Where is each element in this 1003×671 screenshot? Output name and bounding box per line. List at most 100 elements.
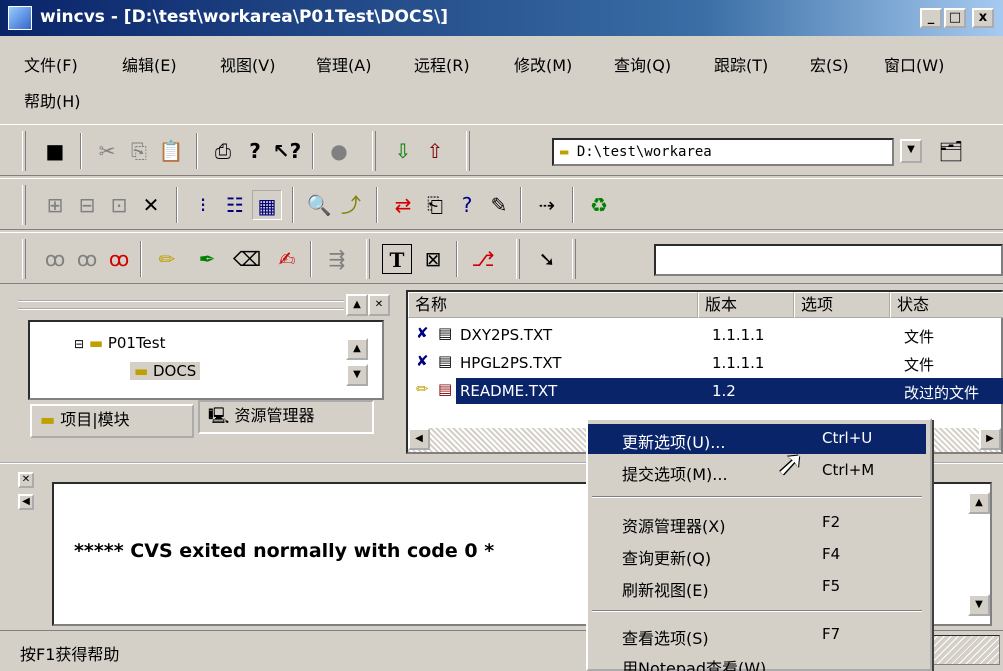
watch-on-icon[interactable]: ꝏ bbox=[40, 244, 70, 274]
binary-icon[interactable]: ⊠ bbox=[418, 244, 448, 274]
column-header-option[interactable]: 选项 bbox=[794, 292, 890, 318]
scroll-down-button[interactable]: ▼ bbox=[968, 594, 990, 616]
scroll-right-button[interactable]: ▶ bbox=[979, 428, 1001, 450]
add-unicode-icon[interactable]: ⊡ bbox=[104, 190, 134, 220]
watchers-icon[interactable]: ꝏ bbox=[104, 244, 134, 274]
toolbar-grip[interactable] bbox=[466, 131, 470, 171]
up-folder-icon[interactable]: ⤴ bbox=[336, 190, 366, 220]
column-header-name[interactable]: 名称 bbox=[408, 292, 698, 318]
table-row[interactable]: ✘ ▤ HPGL2PS.TXT 1.1.1.1 文件 bbox=[408, 350, 1003, 378]
path-combobox[interactable]: ▬ D:\test\workarea bbox=[552, 138, 894, 166]
edit-icon[interactable]: ✎ bbox=[484, 190, 514, 220]
cut-icon[interactable]: ✂ bbox=[92, 136, 122, 166]
add-binary-icon[interactable]: ⊟ bbox=[72, 190, 102, 220]
toolbar-grip[interactable] bbox=[22, 185, 26, 225]
copy-icon[interactable]: ⎘ bbox=[124, 136, 154, 166]
browse-back-icon[interactable]: ⇩ bbox=[388, 136, 418, 166]
browse-up-icon[interactable]: ⇧ bbox=[420, 136, 450, 166]
tree-item-p01test[interactable]: ⊟ ▬ P01Test bbox=[74, 334, 165, 352]
tab-explorer[interactable]: 🖳 资源管理器 bbox=[198, 400, 374, 434]
collapse-icon[interactable]: ⊟ bbox=[74, 337, 84, 351]
column-header-version[interactable]: 版本 bbox=[698, 292, 794, 318]
remove-icon[interactable]: ✕ bbox=[136, 190, 166, 220]
close-button[interactable]: x bbox=[972, 8, 994, 28]
menu-window[interactable]: 窗口(W) bbox=[884, 52, 944, 76]
grid-view-icon[interactable]: ▦ bbox=[252, 190, 282, 220]
tab-modules[interactable]: ▬ 项目|模块 bbox=[30, 404, 194, 438]
menu-edit[interactable]: 编辑(E) bbox=[122, 52, 177, 76]
list-view-icon[interactable]: ⁝ bbox=[188, 190, 218, 220]
tree-item-docs[interactable]: ▬ DOCS bbox=[130, 362, 201, 380]
app-icon[interactable] bbox=[8, 6, 32, 30]
watch-off-icon[interactable]: ꝏ bbox=[72, 244, 102, 274]
chevron-down-icon[interactable]: ▼ bbox=[900, 139, 922, 163]
menu-item-query-update[interactable]: 查询更新(Q) F4 bbox=[588, 540, 926, 570]
edit-file-icon[interactable]: ✏ bbox=[152, 244, 182, 274]
browse-folder-icon[interactable]: 🗂 bbox=[936, 136, 966, 166]
text-icon[interactable]: T bbox=[382, 244, 412, 274]
menu-item-view-notepad[interactable]: 用Notepad查看(W) bbox=[588, 650, 926, 671]
column-header-status[interactable]: 状态 bbox=[890, 292, 1003, 318]
add-icon[interactable]: ⊞ bbox=[40, 190, 70, 220]
menu-query[interactable]: 查询(Q) bbox=[614, 52, 671, 76]
recycle-icon[interactable]: ♻ bbox=[584, 190, 614, 220]
menu-view[interactable]: 视图(V) bbox=[220, 52, 275, 76]
command-input[interactable] bbox=[654, 244, 1003, 276]
pane-grip[interactable] bbox=[18, 300, 344, 310]
title-bar[interactable]: wincvs - [D:\test\workarea\P01Test\DOCS\… bbox=[0, 0, 1003, 36]
output-close-button[interactable]: ✕ bbox=[18, 472, 34, 488]
toolbar-grip[interactable] bbox=[572, 239, 576, 279]
log-icon[interactable]: ⎗ bbox=[420, 190, 450, 220]
details-view-icon[interactable]: ☷ bbox=[220, 190, 250, 220]
context-help-icon[interactable]: ↖? bbox=[272, 136, 302, 166]
menu-macro[interactable]: 宏(S) bbox=[810, 52, 849, 76]
pane-maximize-button[interactable]: ▲ bbox=[346, 294, 368, 316]
context-menu: 更新选项(U)... Ctrl+U 提交选项(M)... Ctrl+M 资源管理… bbox=[586, 418, 932, 671]
menu-item-explorer[interactable]: 资源管理器(X) F2 bbox=[588, 508, 926, 538]
maximize-button[interactable]: □ bbox=[944, 8, 966, 28]
branch-icon[interactable]: ⎇ bbox=[468, 244, 498, 274]
toolbar-grip[interactable] bbox=[22, 131, 26, 171]
menu-remote[interactable]: 远程(R) bbox=[414, 52, 470, 76]
toolbar-grip[interactable] bbox=[516, 239, 520, 279]
scroll-down-button[interactable]: ▼ bbox=[346, 364, 368, 386]
menu-admin[interactable]: 管理(A) bbox=[316, 52, 371, 76]
help-icon[interactable]: ? bbox=[240, 136, 270, 166]
menu-item-view-options[interactable]: 查看选项(S) F7 bbox=[588, 620, 926, 650]
menu-item-update-options[interactable]: 更新选项(U)... Ctrl+U bbox=[588, 424, 926, 454]
arrow-icon[interactable]: ➘ bbox=[532, 244, 562, 274]
menu-trace[interactable]: 跟踪(T) bbox=[714, 52, 768, 76]
menu-file[interactable]: 文件(F) bbox=[24, 52, 78, 76]
table-row-selected[interactable]: ✏ ▤ README.TXT 1.2 改过的文件 bbox=[408, 378, 1003, 406]
toolbar-edit: ꝏ ꝏ ꝏ ✏ ✒ ⌫ ✍ ⇶ T ⊠ ⎇ ➘ bbox=[0, 232, 1003, 284]
scroll-up-button[interactable]: ▲ bbox=[346, 338, 368, 360]
pane-close-button[interactable]: ✕ bbox=[368, 294, 390, 316]
toolbar-grip[interactable] bbox=[22, 239, 26, 279]
output-float-button[interactable]: ◀ bbox=[18, 494, 34, 510]
menu-item-commit-options[interactable]: 提交选项(M)... Ctrl+M bbox=[588, 456, 926, 486]
save-icon[interactable]: ■ bbox=[40, 136, 70, 166]
scroll-up-button[interactable]: ▲ bbox=[968, 492, 990, 514]
paste-icon[interactable]: 📋 bbox=[156, 136, 186, 166]
scroll-left-button[interactable]: ◀ bbox=[408, 428, 430, 450]
erase-icon[interactable]: ⌫ bbox=[232, 244, 262, 274]
update-icon[interactable]: ⇄ bbox=[388, 190, 418, 220]
merge-icon[interactable]: ⇶ bbox=[322, 244, 352, 274]
stop-icon[interactable]: ● bbox=[324, 136, 354, 166]
text-file-icon: ▤ bbox=[438, 380, 453, 398]
toolbar-grip[interactable] bbox=[372, 131, 376, 171]
menu-item-refresh-view[interactable]: 刷新视图(E) F5 bbox=[588, 572, 926, 602]
mouse-cursor-icon: ➚ bbox=[776, 444, 805, 484]
toolbar-grip[interactable] bbox=[366, 239, 370, 279]
resize-grip[interactable] bbox=[930, 635, 1000, 665]
unedit-icon[interactable]: ✒ bbox=[192, 244, 222, 274]
table-row[interactable]: ✘ ▤ DXY2PS.TXT 1.1.1.1 文件 bbox=[408, 322, 1003, 350]
tag-icon[interactable]: ⇢ bbox=[532, 190, 562, 220]
status-icon[interactable]: ? bbox=[452, 190, 482, 220]
menu-modify[interactable]: 修改(M) bbox=[514, 52, 572, 76]
print-icon[interactable]: ⎙ bbox=[208, 136, 238, 166]
search-icon[interactable]: 🔍 bbox=[304, 190, 334, 220]
editors-icon[interactable]: ✍ bbox=[272, 244, 302, 274]
minimize-button[interactable]: _ bbox=[920, 8, 942, 28]
menu-help[interactable]: 帮助(H) bbox=[24, 88, 81, 112]
